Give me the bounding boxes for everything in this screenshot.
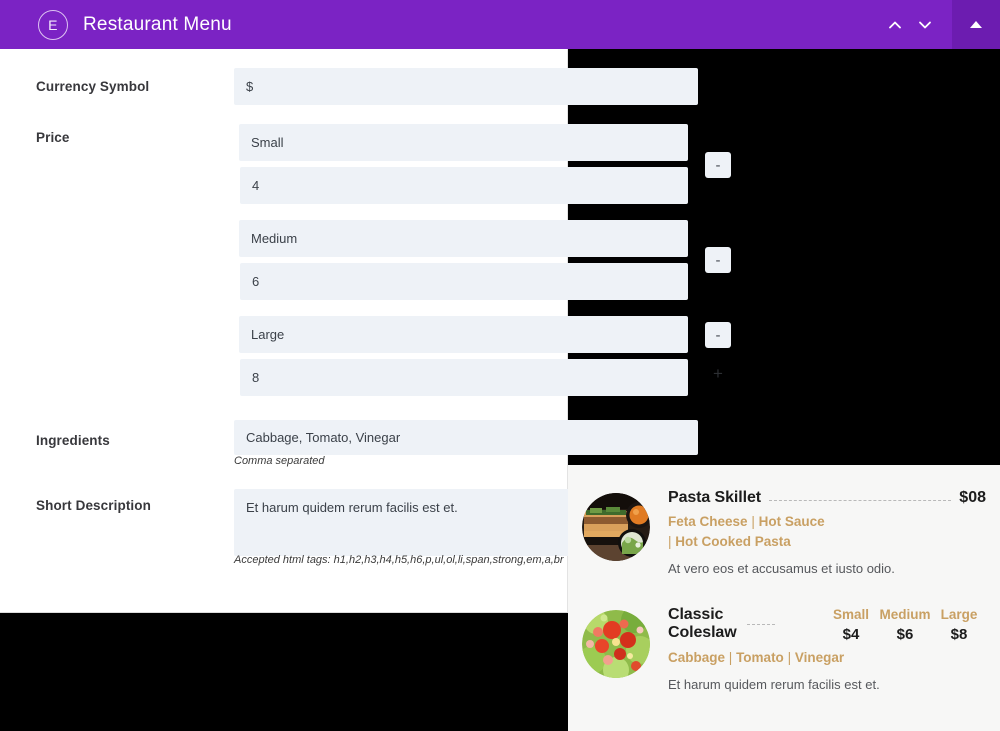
menu-item-name-line1: Classic (668, 605, 724, 623)
ingredient-separator: | (728, 650, 733, 666)
window-title: Restaurant Menu (83, 13, 232, 35)
size-label: Large (940, 606, 978, 622)
menu-item-title-row: Classic Coleslaw Small $4 Medium $6 Larg… (668, 606, 986, 644)
ingredient-tag: Vinegar (794, 650, 845, 666)
dotted-leader (746, 623, 775, 625)
short-description-label: Short Description (36, 498, 151, 513)
size-column: Small $4 (824, 606, 878, 643)
remove-price-row-button-0[interactable]: - (705, 152, 731, 178)
menu-item-description: At vero eos et accusamus et iusto odio. (668, 560, 895, 576)
titlebar-nav-controls (884, 14, 952, 36)
remove-price-row-button-1[interactable]: - (705, 247, 731, 273)
menu-preview-item[interactable]: Classic Coleslaw Small $4 Medium $6 Larg… (582, 600, 986, 692)
menu-item-description: Et harum quidem rerum facilis est et. (668, 676, 880, 692)
pasta-skillet-photo (582, 493, 650, 561)
menu-item-price: $08 (959, 489, 986, 506)
brand-logo-icon: E (38, 9, 68, 40)
menu-preview-panel: Pasta Skillet $08 Feta Cheese | Hot Sauc… (568, 465, 1000, 731)
ingredients-helper-text: Comma separated (234, 455, 325, 467)
menu-item-ingredients: Cabbage | Tomato | Vinegar (668, 648, 986, 668)
size-label: Medium (879, 606, 931, 622)
price-size-input-2[interactable]: Large (239, 316, 688, 353)
size-column: Large $8 (932, 606, 986, 643)
menu-item-body: Pasta Skillet $08 Feta Cheese | Hot Sauc… (668, 489, 986, 576)
price-amount-input-1[interactable]: 6 (240, 263, 688, 300)
settings-form-card: Currency Symbol $ Price Small 4 - Medium… (0, 49, 731, 613)
ingredient-tag: Hot Cooked Pasta (675, 534, 791, 550)
currency-symbol-label: Currency Symbol (36, 79, 150, 94)
menu-item-name: Pasta Skillet (668, 489, 761, 506)
remove-price-row-button-2[interactable]: - (705, 322, 731, 348)
app-root: E Restaurant Menu Currency Symbol $ Pric… (0, 0, 1000, 731)
short-description-textarea[interactable]: Et harum quidem rerum facilis est et. (234, 489, 578, 556)
size-column: Medium $6 (878, 606, 932, 643)
classic-coleslaw-photo (582, 609, 650, 678)
dotted-leader (768, 500, 952, 501)
currency-symbol-input[interactable]: $ (234, 68, 698, 105)
menu-item-title-row: Pasta Skillet $08 (668, 489, 986, 507)
price-label: Price (36, 130, 70, 145)
triangle-up-icon (970, 21, 982, 28)
ingredient-tag: Hot Sauce (758, 514, 825, 529)
menu-preview-item[interactable]: Pasta Skillet $08 Feta Cheese | Hot Sauc… (582, 483, 986, 576)
collapse-button[interactable] (952, 0, 1000, 49)
ingredient-separator: | (751, 514, 755, 529)
menu-item-name: Classic Coleslaw (668, 606, 737, 644)
chevron-down-icon[interactable] (914, 14, 936, 36)
size-price: $6 (896, 625, 914, 643)
menu-item-body: Classic Coleslaw Small $4 Medium $6 Larg… (668, 606, 986, 692)
price-size-input-1[interactable]: Medium (239, 220, 688, 257)
size-label: Small (832, 606, 870, 622)
ingredient-tag: Cabbage (668, 650, 726, 666)
window-titlebar: E Restaurant Menu (0, 0, 1000, 49)
price-size-input-0[interactable]: Small (239, 124, 688, 161)
price-amount-input-0[interactable]: 4 (240, 167, 688, 204)
ingredients-label: Ingredients (36, 433, 110, 448)
add-price-row-button[interactable]: + (705, 360, 731, 386)
ingredient-separator: | (668, 534, 672, 550)
size-price-table: Small $4 Medium $6 Large $8 (824, 606, 986, 643)
ingredient-tag: Feta Cheese (668, 514, 748, 529)
chevron-up-icon[interactable] (884, 14, 906, 36)
menu-item-name-line2: Coleslaw (668, 624, 737, 642)
size-price: $8 (950, 625, 968, 643)
menu-item-ingredients: Feta Cheese | Hot Sauce | Hot Cooked Pas… (668, 512, 986, 553)
ingredient-tag: Tomato (736, 650, 784, 666)
ingredients-input[interactable]: Cabbage, Tomato, Vinegar (234, 420, 698, 455)
brand-initial: E (48, 16, 58, 33)
price-amount-input-2[interactable]: 8 (240, 359, 688, 396)
short-description-helper-text: Accepted html tags: h1,h2,h3,h4,h5,h6,p,… (234, 554, 564, 566)
size-price: $4 (842, 625, 860, 643)
ingredient-separator: | (787, 650, 792, 666)
